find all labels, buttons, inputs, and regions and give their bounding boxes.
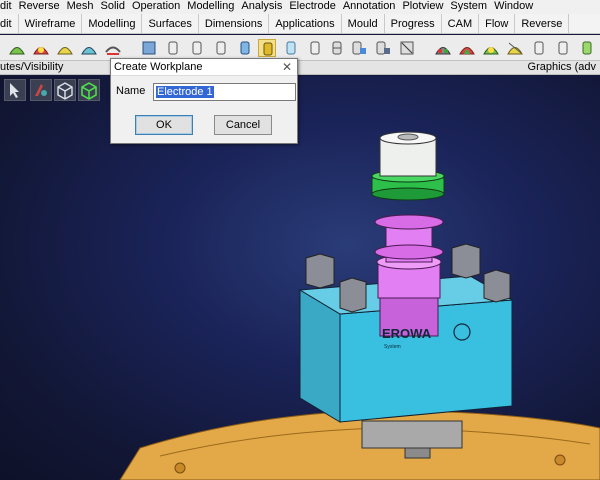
face-yellow-icon[interactable] bbox=[56, 39, 74, 57]
menu-item[interactable]: Annotation bbox=[336, 0, 396, 14]
cylinder-icon[interactable] bbox=[306, 39, 324, 57]
tab-flow[interactable]: Flow bbox=[479, 14, 516, 33]
tab-modelling[interactable]: Modelling bbox=[82, 14, 143, 33]
icon-toolbar bbox=[0, 35, 600, 61]
visibility-bar: utes/Visibility Graphics (adv bbox=[0, 61, 600, 75]
face-cyan-icon[interactable] bbox=[80, 39, 98, 57]
cylinder-check-icon[interactable] bbox=[374, 39, 392, 57]
menu-item[interactable]: dit bbox=[0, 0, 12, 14]
face-yellow2-icon[interactable] bbox=[506, 39, 524, 57]
name-field[interactable]: Electrode 1 bbox=[153, 83, 296, 101]
tab-mould[interactable]: Mould bbox=[342, 14, 385, 33]
cylinder-blue-icon[interactable] bbox=[236, 39, 254, 57]
ribbon-tabs: dit Wireframe Modelling Surfaces Dimensi… bbox=[0, 14, 600, 34]
face-green-icon[interactable] bbox=[8, 39, 26, 57]
rotate-icon[interactable] bbox=[140, 39, 158, 57]
menu-item[interactable]: Electrode bbox=[282, 0, 335, 14]
cylinder-arrows-icon[interactable] bbox=[350, 39, 368, 57]
close-icon[interactable]: ✕ bbox=[282, 59, 292, 75]
erowa-logo: EROWA bbox=[382, 326, 432, 341]
graphics-label: Graphics (adv bbox=[527, 61, 596, 73]
menu-item[interactable]: Analysis bbox=[234, 0, 282, 14]
cylinder-icon[interactable] bbox=[212, 39, 230, 57]
tab-cam[interactable]: CAM bbox=[442, 14, 480, 33]
create-workplane-dialog: Create Workplane ✕ Name Electrode 1 OK C… bbox=[110, 58, 298, 144]
cad-model[interactable]: EROWA System bbox=[0, 76, 600, 480]
tab-progress[interactable]: Progress bbox=[385, 14, 442, 33]
menu-item[interactable]: System bbox=[443, 0, 487, 14]
tab-applications[interactable]: Applications bbox=[269, 14, 342, 33]
tab-dimensions[interactable]: Dimensions bbox=[199, 14, 270, 33]
face-multi-icon[interactable] bbox=[434, 39, 452, 57]
face-green2-icon[interactable] bbox=[482, 39, 500, 57]
attributes-visibility-label: utes/Visibility bbox=[0, 61, 64, 73]
erowa-sub: System bbox=[384, 344, 401, 350]
face-stripes-icon[interactable] bbox=[458, 39, 476, 57]
dialog-title: Create Workplane bbox=[114, 61, 203, 73]
menu-item[interactable]: Solid bbox=[94, 0, 125, 14]
menu-item[interactable]: Operation bbox=[125, 0, 180, 14]
cancel-button[interactable]: Cancel bbox=[214, 115, 272, 135]
name-label: Name bbox=[116, 85, 146, 97]
menu-item[interactable]: Modelling bbox=[180, 0, 234, 14]
menu-bar: dit Reverse Mesh Solid Operation Modelli… bbox=[0, 0, 600, 14]
tab-edit[interactable]: dit bbox=[0, 14, 19, 33]
cylinder-yellow-icon[interactable] bbox=[258, 39, 276, 57]
menu-item[interactable]: Window bbox=[487, 0, 533, 14]
face-dash-icon[interactable] bbox=[104, 39, 122, 57]
cylinder-icon[interactable] bbox=[188, 39, 206, 57]
cylinder-icon[interactable] bbox=[530, 39, 548, 57]
ok-button[interactable]: OK bbox=[135, 115, 193, 135]
tab-surfaces[interactable]: Surfaces bbox=[142, 14, 199, 33]
cylinder-icon[interactable] bbox=[554, 39, 572, 57]
menu-item[interactable]: Reverse bbox=[12, 0, 60, 14]
cylinder-cross-icon[interactable] bbox=[398, 39, 416, 57]
dialog-title-bar: Create Workplane ✕ bbox=[111, 59, 297, 76]
name-value[interactable]: Electrode 1 bbox=[156, 86, 214, 98]
cylinder-green-icon[interactable] bbox=[578, 39, 596, 57]
graphics-viewport[interactable]: EROWA System bbox=[0, 76, 600, 480]
cylinder-icon[interactable] bbox=[164, 39, 182, 57]
cylinder-grid-icon[interactable] bbox=[328, 39, 346, 57]
menu-item[interactable]: Mesh bbox=[60, 0, 94, 14]
menu-item[interactable]: Plotview bbox=[395, 0, 443, 14]
tab-reverse[interactable]: Reverse bbox=[515, 14, 570, 33]
face-red-icon[interactable] bbox=[32, 39, 50, 57]
tab-wireframe[interactable]: Wireframe bbox=[19, 14, 83, 33]
cylinder-light-icon[interactable] bbox=[282, 39, 300, 57]
